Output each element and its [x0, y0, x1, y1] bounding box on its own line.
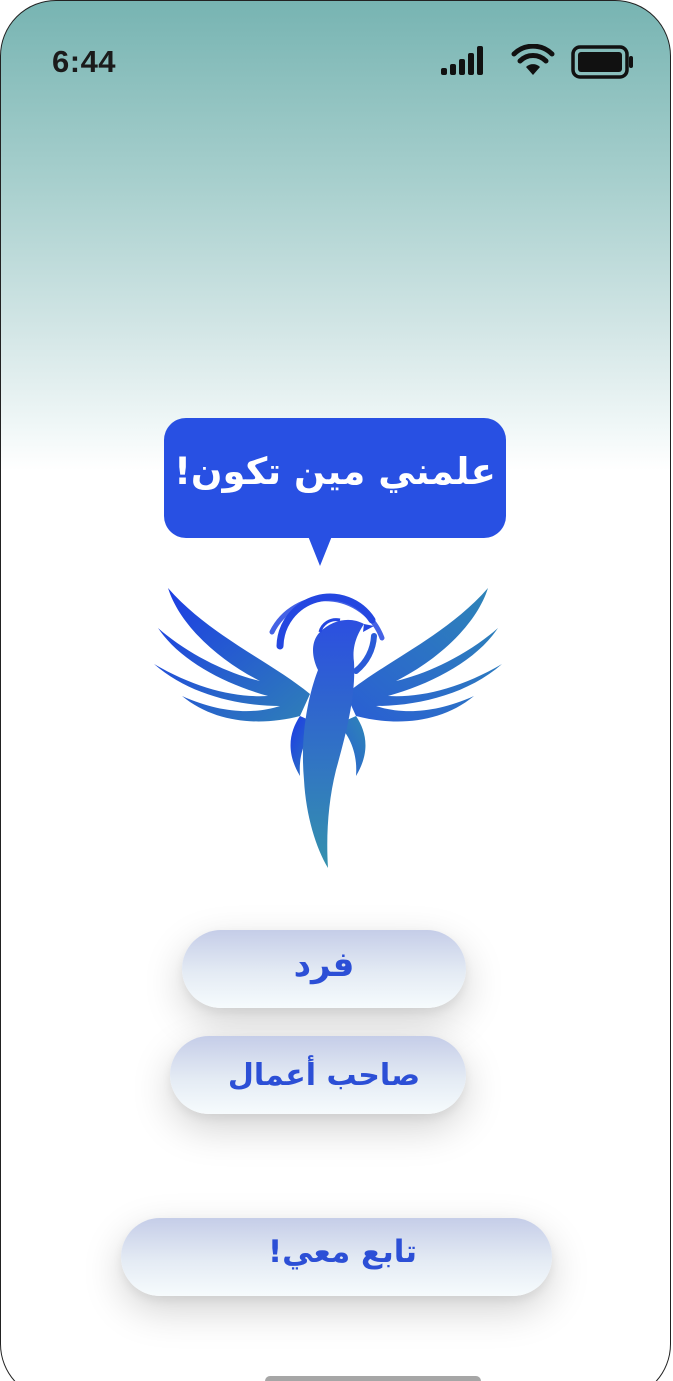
cellular-signal-icon: [441, 46, 483, 75]
battery-icon: [571, 45, 633, 79]
status-time: 6:44: [52, 44, 117, 79]
speech-bubble: علمني مين تكون!: [164, 418, 506, 538]
follow-button[interactable]: تابع معي!: [121, 1218, 552, 1296]
wifi-icon: [511, 44, 555, 75]
status-bar: 6:44: [0, 0, 673, 120]
individual-button[interactable]: فرد: [182, 930, 466, 1008]
home-indicator: [265, 1376, 481, 1381]
business-owner-button[interactable]: صاحب أعمال: [170, 1036, 466, 1114]
speech-bubble-tail: [308, 536, 332, 566]
individual-button-label: فرد: [293, 945, 355, 985]
speech-bubble-text: علمني مين تكون!: [174, 449, 496, 493]
follow-button-label: تابع معي!: [267, 1234, 418, 1270]
phone-screen: 6:44 علمني مين تكون! فرد صاحب أعمال تابع…: [0, 0, 673, 1381]
phoenix-logo-icon: [154, 588, 502, 868]
business-owner-button-label: صاحب أعمال: [227, 1057, 421, 1093]
